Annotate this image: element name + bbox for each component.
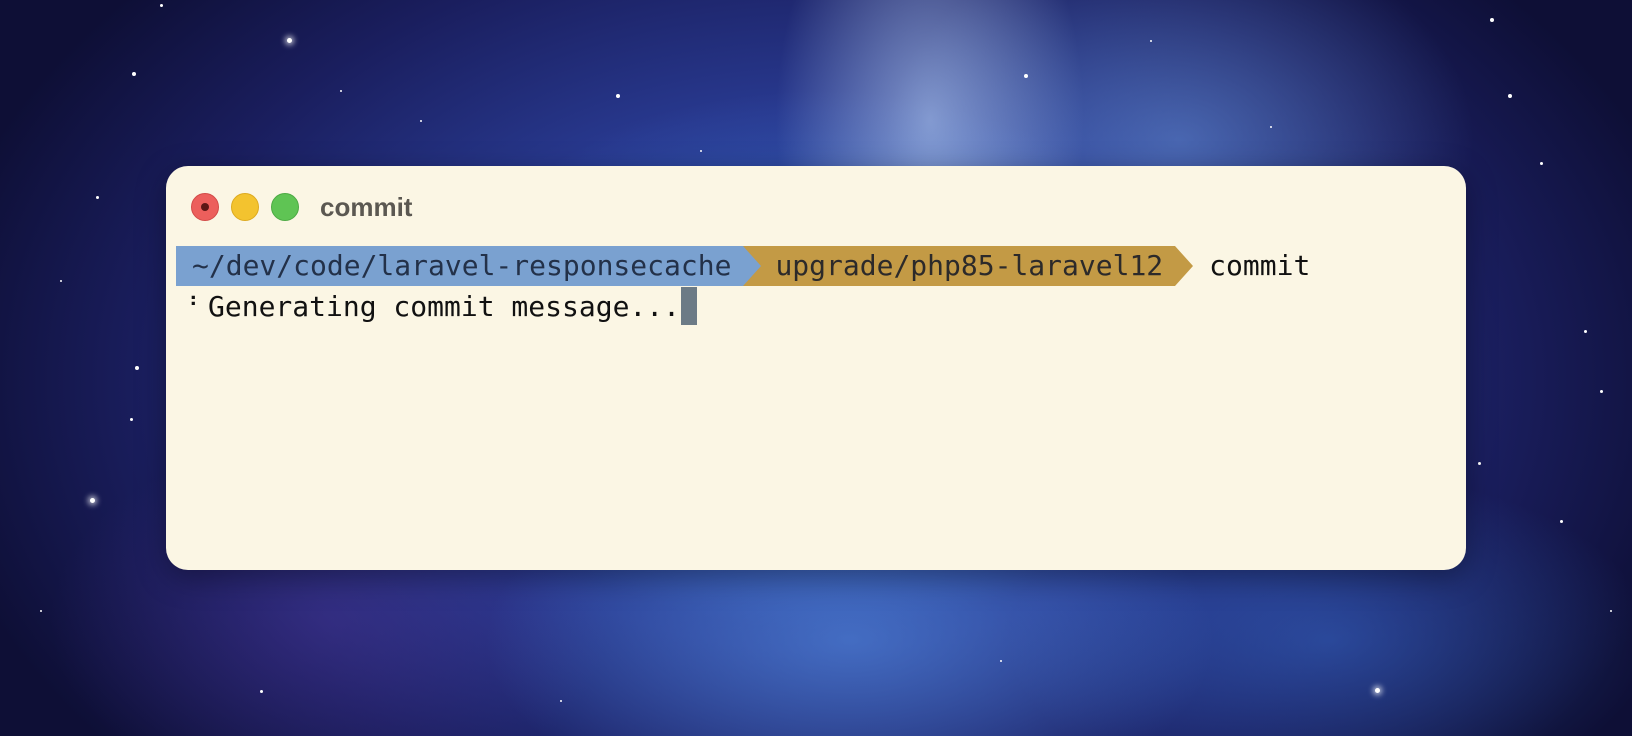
text-cursor bbox=[681, 287, 698, 325]
star bbox=[1024, 74, 1028, 78]
star bbox=[560, 700, 562, 702]
prompt-branch-segment: upgrade/php85-laravel12 bbox=[761, 246, 1176, 286]
powerline-separator bbox=[743, 246, 762, 286]
star bbox=[1600, 390, 1603, 393]
star bbox=[132, 72, 136, 76]
shell-prompt: ~/dev/code/laravel-responsecache upgrade… bbox=[176, 246, 1310, 286]
star bbox=[1150, 40, 1152, 42]
star bbox=[1270, 126, 1272, 128]
maximize-button[interactable] bbox=[271, 193, 299, 221]
star bbox=[340, 90, 342, 92]
close-icon bbox=[201, 203, 209, 211]
star bbox=[287, 38, 292, 43]
star bbox=[60, 280, 62, 282]
star bbox=[1490, 18, 1494, 22]
star bbox=[700, 150, 702, 152]
star bbox=[1584, 330, 1587, 333]
star bbox=[160, 4, 163, 7]
powerline-separator bbox=[1175, 246, 1194, 286]
star bbox=[130, 418, 133, 421]
star bbox=[1478, 462, 1481, 465]
output-message: Generating commit message... bbox=[208, 289, 681, 323]
minimize-button[interactable] bbox=[231, 193, 259, 221]
close-button[interactable] bbox=[191, 193, 219, 221]
star bbox=[260, 690, 263, 693]
star bbox=[1000, 660, 1002, 662]
star bbox=[420, 120, 422, 122]
star bbox=[135, 366, 139, 370]
spinner-icon: ⠘ bbox=[181, 293, 199, 319]
title-bar[interactable]: commit bbox=[166, 166, 1466, 246]
star bbox=[1560, 520, 1563, 523]
star bbox=[96, 196, 99, 199]
star bbox=[1375, 688, 1380, 693]
prompt-command: commit bbox=[1209, 249, 1311, 282]
window-title: commit bbox=[320, 192, 413, 222]
star bbox=[40, 610, 42, 612]
star bbox=[1540, 162, 1543, 165]
star bbox=[1610, 610, 1612, 612]
star bbox=[1508, 94, 1512, 98]
terminal-output-line: ⠘ Generating commit message... bbox=[176, 286, 698, 326]
star bbox=[90, 498, 95, 503]
star bbox=[616, 94, 620, 98]
desktop: { "window": { "title": "commit" }, "prom… bbox=[0, 0, 1632, 736]
terminal-window[interactable]: commit ~/dev/code/laravel-responsecache … bbox=[166, 166, 1466, 570]
prompt-path-segment: ~/dev/code/laravel-responsecache bbox=[176, 246, 744, 286]
